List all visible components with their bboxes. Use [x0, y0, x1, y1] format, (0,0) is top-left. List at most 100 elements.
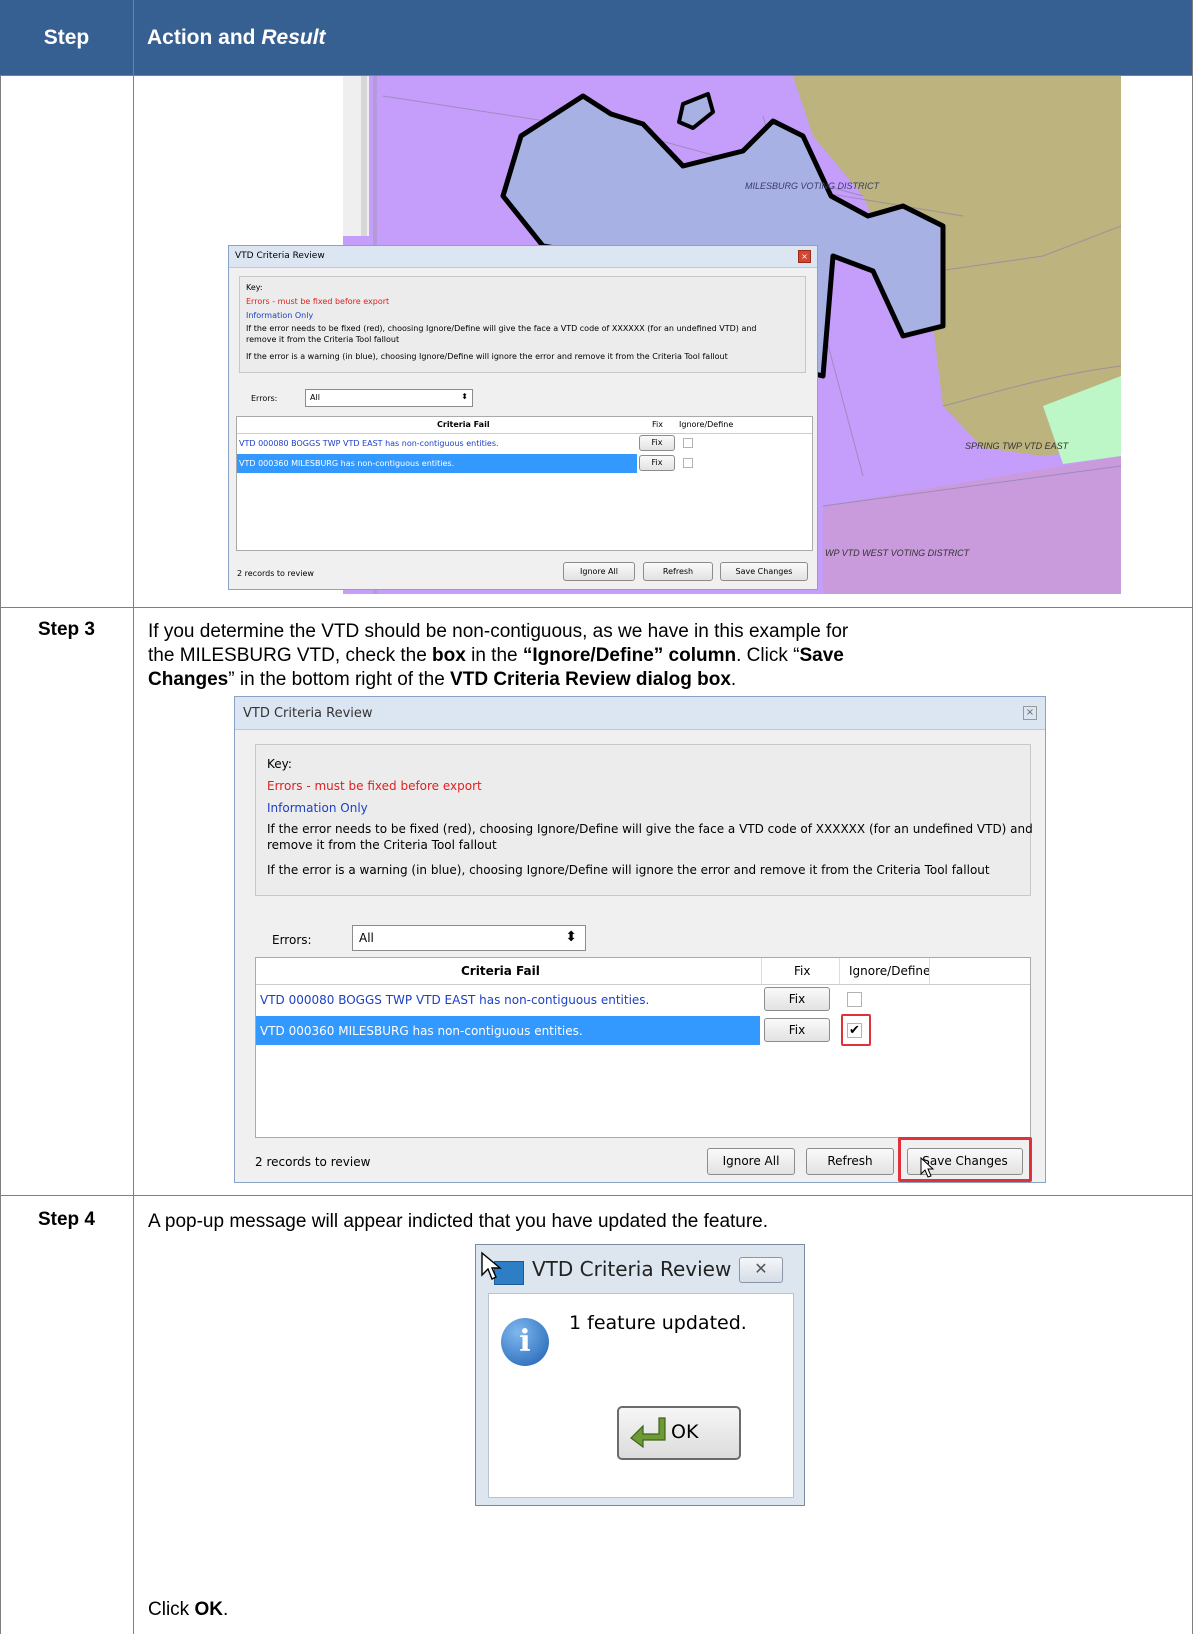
- row-text: VTD 000360 MILESBURG has non-contiguous …: [260, 1024, 583, 1038]
- errors-select-value: All: [359, 931, 374, 945]
- t: . Click “: [736, 645, 800, 666]
- col-criteria: Criteria Fail: [437, 420, 490, 429]
- row-text: VTD 000080 BOGGS TWP VTD EAST has non-co…: [239, 439, 499, 448]
- t: box: [432, 645, 466, 666]
- errors-label: Errors:: [272, 933, 312, 947]
- map-label-spring: SPRING TWP VTD EAST: [965, 441, 1070, 451]
- t: Changes: [148, 669, 229, 690]
- key-info: Information Only: [246, 311, 314, 320]
- criteria-grid: Criteria Fail Fix Ignore/Define VTD 0000…: [236, 416, 813, 551]
- cursor-icon: [481, 1251, 502, 1280]
- step-3-line-1: If you determine the VTD should be non-c…: [148, 621, 849, 642]
- info-icon: i: [501, 1318, 549, 1366]
- criteria-review-dialog-small: VTD Criteria Review × Key: Errors - must…: [228, 245, 818, 590]
- popup-title: VTD Criteria Review: [532, 1257, 732, 1281]
- dialog-titlebar: VTD Criteria Review ×: [235, 697, 1045, 730]
- col-fix: Fix: [652, 420, 663, 429]
- step-3-line-2: the MILESBURG VTD, check the box in the …: [148, 644, 1148, 668]
- close-button[interactable]: ✕: [739, 1257, 783, 1283]
- dialog-title: VTD Criteria Review: [235, 251, 325, 261]
- step-3-label: Step 3: [37, 619, 96, 640]
- col-ignore: Ignore/Define: [679, 420, 734, 429]
- t: Click: [148, 1599, 195, 1620]
- records-count: 2 records to review: [237, 569, 314, 578]
- ignore-all-button[interactable]: Ignore All: [563, 562, 635, 581]
- key-note-1: If the error needs to be fixed (red), ch…: [267, 822, 1033, 836]
- t: Save: [799, 645, 844, 666]
- popup-message: 1 feature updated.: [569, 1312, 747, 1334]
- ignore-checkbox[interactable]: [683, 458, 693, 468]
- errors-label: Errors:: [251, 394, 278, 403]
- fix-button[interactable]: Fix: [764, 987, 830, 1011]
- table-header: Step Action and Result: [0, 0, 1193, 76]
- t: in the: [465, 645, 523, 666]
- criteria-review-dialog: VTD Criteria Review × Key: Errors - must…: [234, 696, 1046, 1183]
- table-border-left: [0, 76, 1, 1634]
- key-note-2: If the error is a warning (in blue), cho…: [246, 352, 728, 361]
- col-fix: Fix: [794, 964, 811, 978]
- grid-header: Criteria Fail Fix Ignore/Define: [237, 417, 812, 434]
- key-info: Information Only: [267, 801, 368, 815]
- column-divider: [133, 0, 134, 1634]
- t: VTD Criteria Review dialog box: [450, 669, 731, 690]
- t: “Ignore/Define” column: [522, 645, 737, 666]
- refresh-button[interactable]: Refresh: [643, 562, 713, 581]
- col-ignore: Ignore/Define: [849, 964, 931, 978]
- popup-dialog: VTD Criteria Review ✕ i 1 feature update…: [475, 1244, 805, 1506]
- ok-label: OK: [671, 1421, 699, 1443]
- step-4-label: Step 4: [37, 1209, 96, 1230]
- row-divider: [0, 607, 1193, 608]
- table-row[interactable]: VTD 000080 BOGGS TWP VTD EAST has non-co…: [237, 434, 637, 453]
- t: .: [730, 669, 737, 690]
- row-text: VTD 000080 BOGGS TWP VTD EAST has non-co…: [260, 993, 650, 1007]
- popup-titlebar: VTD Criteria Review ✕: [476, 1245, 804, 1293]
- key-note-2: If the error is a warning (in blue), cho…: [267, 863, 990, 877]
- header-step: Step: [43, 26, 90, 49]
- key-note-1: If the error needs to be fixed (red), ch…: [246, 324, 757, 333]
- close-icon[interactable]: ×: [798, 250, 811, 263]
- fix-button[interactable]: Fix: [639, 435, 675, 451]
- highlight-box: [898, 1137, 1032, 1182]
- table-row[interactable]: VTD 000080 BOGGS TWP VTD EAST has non-co…: [256, 985, 760, 1014]
- t: ” in the bottom right of the: [228, 669, 451, 690]
- col-criteria: Criteria Fail: [461, 964, 540, 978]
- ignore-checkbox[interactable]: [847, 992, 862, 1007]
- popup-body: i 1 feature updated. OK: [488, 1293, 794, 1498]
- ok-button[interactable]: OK: [617, 1406, 741, 1460]
- fix-button[interactable]: Fix: [764, 1018, 830, 1042]
- t: .: [222, 1599, 229, 1620]
- key-box: Key: Errors - must be fixed before expor…: [255, 744, 1033, 896]
- highlight-box: [841, 1014, 871, 1046]
- fix-button[interactable]: Fix: [639, 455, 675, 471]
- updown-icon: ⬍: [565, 929, 577, 945]
- header-action: Action and Result: [147, 0, 326, 76]
- step-4-text: A pop-up message will appear indicted th…: [148, 1211, 769, 1232]
- updown-icon: ⬍: [461, 392, 468, 401]
- key-box: Key: Errors - must be fixed before expor…: [239, 276, 806, 373]
- row-divider: [0, 1195, 1193, 1196]
- table-row-selected[interactable]: VTD 000360 MILESBURG has non-contiguous …: [256, 1016, 760, 1045]
- table-row-selected[interactable]: VTD 000360 MILESBURG has non-contiguous …: [237, 454, 637, 473]
- key-errors: Errors - must be fixed before export: [267, 779, 482, 793]
- t: OK: [194, 1599, 223, 1620]
- key-errors: Errors - must be fixed before export: [246, 297, 390, 306]
- header-result-text: Result: [261, 26, 326, 49]
- grid-header: Criteria Fail Fix Ignore/Define: [256, 958, 1030, 985]
- key-label: Key:: [267, 757, 292, 771]
- step-3-line-3: Changes” in the bottom right of the VTD …: [148, 668, 1148, 692]
- row-text: VTD 000360 MILESBURG has non-contiguous …: [239, 459, 455, 468]
- ignore-all-button[interactable]: Ignore All: [707, 1148, 795, 1175]
- close-icon[interactable]: ×: [1023, 706, 1037, 720]
- records-count: 2 records to review: [255, 1155, 371, 1169]
- save-changes-button[interactable]: Save Changes: [720, 562, 808, 581]
- step-table: Step Action and Result MILESBURG VOTING …: [0, 0, 1193, 1634]
- errors-select[interactable]: All ⬍: [305, 389, 473, 407]
- errors-select[interactable]: All ⬍: [352, 925, 586, 951]
- cursor-icon: [920, 1157, 935, 1178]
- ignore-checkbox[interactable]: [683, 438, 693, 448]
- map-label-west: WP VTD WEST VOTING DISTRICT: [825, 548, 971, 558]
- click-ok-text: Click OK.: [148, 1598, 1148, 1622]
- refresh-button[interactable]: Refresh: [806, 1148, 894, 1175]
- errors-select-value: All: [310, 393, 320, 402]
- header-action-text: Action and: [147, 26, 256, 49]
